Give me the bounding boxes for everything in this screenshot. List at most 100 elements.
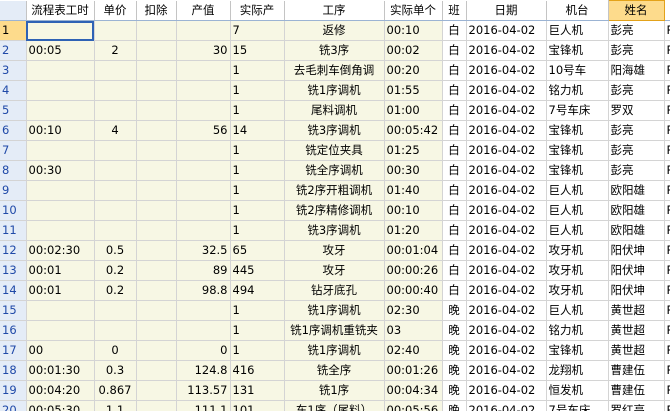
grid-cell[interactable]: 101 [230,400,285,411]
grid-cell[interactable]: 铣2序开粗调机 [284,180,385,201]
grid-cell[interactable]: 00:10 [384,20,443,41]
grid-cell[interactable]: 阳伏坤 [608,260,665,281]
grid-cell[interactable]: R0 [664,100,670,121]
grid-cell[interactable] [176,20,231,41]
grid-cell[interactable]: 白 [442,160,467,181]
grid-cell[interactable]: 白 [442,100,467,121]
grid-cell[interactable]: 巨人机 [546,200,609,221]
grid-cell[interactable]: 白 [442,120,467,141]
grid-cell[interactable] [26,300,95,321]
grid-cell[interactable] [26,320,95,341]
grid-cell[interactable]: 2016-04-02 [466,320,547,341]
grid-cell[interactable]: 欧阳雄 [608,220,665,241]
grid-cell[interactable]: 2016-04-02 [466,280,547,301]
row-header[interactable]: 20 [0,400,27,411]
grid-cell[interactable] [136,260,177,281]
grid-cell[interactable]: 32.5 [176,240,231,261]
grid-cell[interactable]: 彭亮 [608,80,665,101]
grid-cell[interactable]: 00:01 [26,260,95,281]
grid-cell[interactable]: 00:01:26 [384,360,443,381]
grid-cell[interactable]: 1 [230,100,285,121]
grid-cell[interactable]: 攻牙机 [546,280,609,301]
row-header[interactable]: 17 [0,340,27,361]
grid-cell[interactable]: 30 [176,40,231,61]
grid-cell[interactable]: 1 [230,180,285,201]
grid-cell[interactable] [136,320,177,341]
grid-cell[interactable]: 宝锋机 [546,340,609,361]
row-header[interactable]: 14 [0,280,27,301]
grid-cell[interactable]: 2016-04-02 [466,260,547,281]
grid-cell[interactable]: 00:04:34 [384,380,443,401]
grid-cell[interactable]: R0 [664,240,670,261]
grid-cell[interactable]: R0 [664,340,670,361]
grid-cell[interactable] [176,140,231,161]
grid-cell[interactable]: R0 [664,20,670,41]
grid-cell[interactable]: 1 [230,320,285,341]
grid-cell[interactable] [176,320,231,341]
grid-cell[interactable]: 阳伏坤 [608,280,665,301]
grid-cell[interactable]: 00 [26,340,95,361]
grid-cell[interactable]: 宝锋机 [546,140,609,161]
grid-cell[interactable]: 00:01 [26,280,95,301]
grid-cell[interactable] [94,200,137,221]
grid-cell[interactable]: 1 [230,340,285,361]
grid-cell[interactable]: 2016-04-02 [466,120,547,141]
grid-cell[interactable]: 00:30 [26,160,95,181]
grid-cell[interactable]: 攻牙机 [546,260,609,281]
row-header[interactable]: 13 [0,260,27,281]
grid-cell[interactable] [136,200,177,221]
grid-cell[interactable]: 113.57 [176,380,231,401]
grid-cell[interactable] [136,180,177,201]
grid-cell[interactable]: 曹建伍 [608,380,665,401]
grid-cell[interactable] [176,80,231,101]
grid-cell[interactable]: 铭力机 [546,80,609,101]
grid-cell[interactable] [176,160,231,181]
grid-cell[interactable]: R0 [664,60,670,81]
grid-cell[interactable]: 00:02 [384,40,443,61]
grid-cell[interactable]: 攻牙机 [546,240,609,261]
grid-cell[interactable]: R0 [664,260,670,281]
grid-cell[interactable]: 2016-04-02 [466,300,547,321]
grid-cell[interactable] [136,20,177,41]
grid-cell[interactable]: R0 [664,40,670,61]
grid-cell[interactable]: R0 [664,380,670,401]
grid-cell[interactable]: 白 [442,60,467,81]
grid-cell[interactable] [94,220,137,241]
grid-cell[interactable]: 巨人机 [546,20,609,41]
grid-cell[interactable]: 白 [442,260,467,281]
grid-cell[interactable]: 铣1序 [284,380,385,401]
grid-cell[interactable]: 131 [230,380,285,401]
grid-cell[interactable]: 0 [94,340,137,361]
grid-cell[interactable]: 00:05:30 [26,400,95,411]
grid-cell[interactable]: 白 [442,20,467,41]
grid-cell[interactable]: 00:00:40 [384,280,443,301]
grid-cell[interactable]: 02:30 [384,300,443,321]
grid-cell[interactable]: 00:05:42 [384,120,443,141]
grid-cell[interactable]: 晚 [442,320,467,341]
grid-cell[interactable]: 1 [230,140,285,161]
grid-cell[interactable]: R0 [664,80,670,101]
grid-cell[interactable]: 去毛刺车倒角调 [284,60,385,81]
grid-cell[interactable] [136,340,177,361]
row-header[interactable]: 5 [0,100,27,121]
col-header[interactable]: 产值 [176,0,231,21]
grid-cell[interactable]: 巨人机 [546,180,609,201]
grid-cell[interactable]: 2016-04-02 [466,140,547,161]
grid-cell[interactable]: 00:01:30 [26,360,95,381]
grid-cell[interactable] [26,60,95,81]
grid-cell[interactable]: 罗红亮 [608,400,665,411]
row-header[interactable]: 18 [0,360,27,381]
grid-cell[interactable]: 2016-04-02 [466,160,547,181]
grid-cell[interactable]: 124.8 [176,360,231,381]
grid-cell[interactable]: 00:10 [26,120,95,141]
grid-cell[interactable]: 铣3序调机 [284,220,385,241]
grid-cell[interactable]: 铭力机 [546,320,609,341]
grid-cell[interactable] [176,200,231,221]
grid-cell[interactable] [136,100,177,121]
grid-cell[interactable]: 彭亮 [608,20,665,41]
grid-cell[interactable]: R0 [664,140,670,161]
row-header[interactable]: 9 [0,180,27,201]
grid-cell[interactable]: 00:20 [384,60,443,81]
grid-cell[interactable]: 巨人机 [546,300,609,321]
grid-cell[interactable] [26,220,95,241]
